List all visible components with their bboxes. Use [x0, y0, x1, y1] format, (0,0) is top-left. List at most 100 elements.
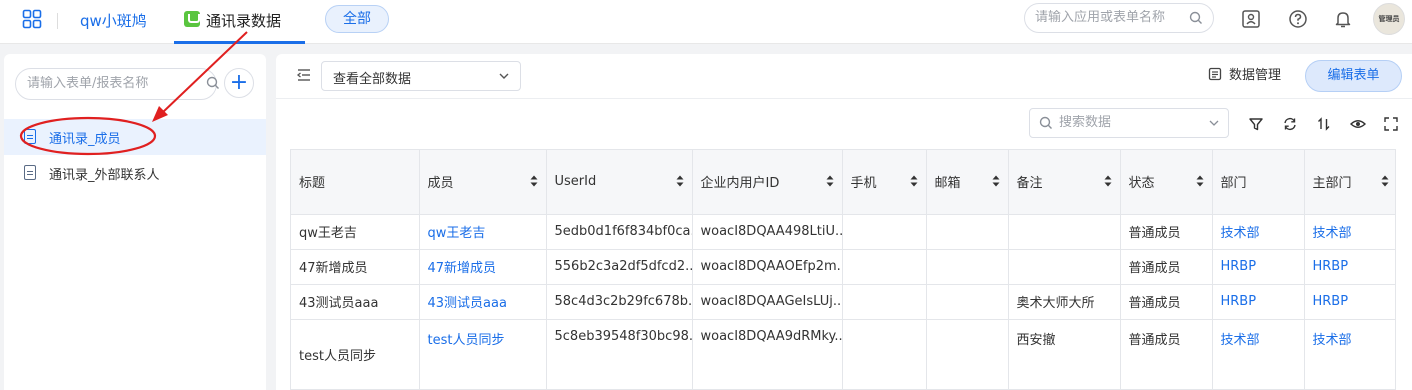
tab-contacts-data[interactable]: 通讯录数据: [174, 0, 305, 44]
cell-dept-link[interactable]: HRBP: [1212, 284, 1305, 320]
column-header-label: UserId: [554, 174, 597, 190]
contact-card-icon[interactable]: [1240, 8, 1262, 30]
column-header-label: 状态: [1128, 176, 1155, 192]
cell-member-link[interactable]: 43测试员aaa: [419, 284, 547, 320]
cell-member-link[interactable]: 47新增成员: [419, 249, 547, 285]
column-header-member[interactable]: 成员: [419, 150, 547, 215]
cell-main-dept-link[interactable]: 技术部: [1304, 319, 1395, 390]
data-table: 标题 成员 UserId 企业内用户ID 手机 邮箱 备注 状态 部门 主部门 …: [290, 149, 1396, 390]
sidebar-item-members[interactable]: 通讯录_成员: [4, 119, 266, 155]
table-row[interactable]: qw王老吉 qw王老吉 5edb0d1f6f834bf0ca... woacI8…: [291, 214, 1395, 250]
edit-form-button[interactable]: 编辑表单: [1305, 60, 1402, 92]
cell-status: 普通成员: [1120, 319, 1213, 390]
filter-icon[interactable]: [1247, 115, 1265, 133]
cell-userid: 556b2c3a2df5dfcd2...: [546, 249, 693, 285]
column-header-dept[interactable]: 部门: [1212, 150, 1305, 215]
collapse-menu-icon[interactable]: [296, 67, 312, 83]
cell-email: [926, 319, 1009, 390]
search-icon[interactable]: [1189, 11, 1203, 25]
fullscreen-icon[interactable]: [1382, 115, 1400, 133]
cell-main-dept-link[interactable]: HRBP: [1304, 249, 1395, 285]
column-header-label: 邮箱: [934, 176, 961, 192]
sidebar-item-label: 通讯录_成员: [49, 132, 121, 147]
user-avatar[interactable]: 管理员: [1373, 3, 1405, 35]
form-list-sidebar: + 通讯录_成员 通讯录_外部联系人: [4, 54, 266, 390]
sort-icon[interactable]: [1315, 115, 1333, 133]
column-header-label: 手机: [850, 176, 877, 192]
table-row[interactable]: test人员同步 test人员同步 5c8eb39548f30bc98... w…: [291, 319, 1395, 390]
data-search-box[interactable]: [1029, 108, 1229, 138]
cell-note: [1008, 249, 1121, 285]
cell-phone: [842, 319, 927, 390]
sidebar-item-external-contacts[interactable]: 通讯录_外部联系人: [4, 155, 266, 191]
app-grid-icon[interactable]: [22, 9, 42, 29]
view-select[interactable]: 查看全部数据: [321, 61, 521, 91]
cell-dept-link[interactable]: HRBP: [1212, 249, 1305, 285]
cell-phone: [842, 249, 927, 285]
column-header-email[interactable]: 邮箱: [926, 150, 1009, 215]
sort-toggle-icon[interactable]: [1196, 175, 1204, 187]
cell-corp-userid: woacI8DQAAOEfp2m...: [692, 249, 843, 285]
global-search-input[interactable]: [1035, 10, 1185, 25]
top-bar: qw小斑鸠 通讯录数据 全部 管理员: [0, 0, 1412, 44]
column-header-note[interactable]: 备注: [1008, 150, 1121, 215]
sort-toggle-icon[interactable]: [826, 175, 834, 187]
help-icon[interactable]: [1287, 8, 1309, 30]
cell-status: 普通成员: [1120, 214, 1213, 250]
cell-main-dept-link[interactable]: 技术部: [1304, 214, 1395, 250]
sort-toggle-icon[interactable]: [1104, 175, 1112, 187]
cell-userid: 5c8eb39548f30bc98...: [546, 319, 693, 390]
cell-note: [1008, 214, 1121, 250]
chevron-down-icon[interactable]: [1208, 118, 1220, 128]
data-management-label: 数据管理: [1229, 68, 1282, 83]
cell-corp-userid: woacI8DQAA9dRMky...: [692, 319, 843, 390]
form-search-box[interactable]: [15, 68, 220, 100]
contacts-app-icon: [184, 11, 200, 27]
data-main-panel: 查看全部数据 数据管理 编辑表单 标题 成员 UserId 企业内用户ID: [276, 54, 1412, 390]
bell-icon[interactable]: [1332, 8, 1354, 30]
column-header-userid[interactable]: UserId: [546, 150, 693, 215]
column-header-main-dept[interactable]: 主部门: [1304, 150, 1395, 215]
sort-toggle-icon[interactable]: [1381, 175, 1389, 187]
chevron-down-icon: [499, 73, 509, 79]
column-header-label: 成员: [427, 176, 454, 192]
cell-member-link[interactable]: test人员同步: [419, 319, 547, 390]
column-header-phone[interactable]: 手机: [842, 150, 927, 215]
sort-toggle-icon[interactable]: [530, 175, 538, 187]
cell-email: [926, 214, 1009, 250]
table-row[interactable]: 43测试员aaa 43测试员aaa 58c4d3c2b29fc678b... w…: [291, 284, 1395, 320]
sort-toggle-icon[interactable]: [676, 175, 684, 187]
refresh-icon[interactable]: [1281, 115, 1299, 133]
column-header-status[interactable]: 状态: [1120, 150, 1213, 215]
cell-phone: [842, 214, 927, 250]
eye-icon[interactable]: [1349, 115, 1367, 133]
document-icon: [24, 129, 36, 144]
add-form-button[interactable]: +: [224, 68, 254, 98]
cell-dept-link[interactable]: 技术部: [1212, 214, 1305, 250]
table-row[interactable]: 47新增成员 47新增成员 556b2c3a2df5dfcd2... woacI…: [291, 249, 1395, 285]
divider: [276, 98, 1412, 99]
tab-label: 通讯录数据: [206, 12, 282, 30]
table-header-row: 标题 成员 UserId 企业内用户ID 手机 邮箱 备注 状态 部门 主部门: [291, 150, 1395, 215]
column-header-label: 标题: [299, 176, 326, 192]
sort-toggle-icon[interactable]: [910, 175, 918, 187]
search-icon[interactable]: [206, 76, 220, 90]
cell-phone: [842, 284, 927, 320]
cell-title: qw王老吉: [291, 214, 420, 250]
cell-note: 西安撤: [1008, 319, 1121, 390]
search-icon: [1039, 116, 1052, 129]
global-search-box[interactable]: [1024, 3, 1214, 33]
column-header-label: 部门: [1220, 176, 1247, 192]
cell-main-dept-link[interactable]: HRBP: [1304, 284, 1395, 320]
cell-dept-link[interactable]: 技术部: [1212, 319, 1305, 390]
sort-toggle-icon[interactable]: [992, 175, 1000, 187]
scope-all-button[interactable]: 全部: [325, 5, 389, 33]
document-icon: [24, 165, 36, 180]
form-search-input[interactable]: [27, 76, 192, 91]
cell-status: 普通成员: [1120, 284, 1213, 320]
app-name-link[interactable]: qw小斑鸠: [80, 10, 147, 31]
cell-member-link[interactable]: qw王老吉: [419, 214, 547, 250]
column-header-corp-userid[interactable]: 企业内用户ID: [692, 150, 843, 215]
column-header-title[interactable]: 标题: [291, 150, 420, 215]
data-search-input[interactable]: [1059, 115, 1199, 130]
